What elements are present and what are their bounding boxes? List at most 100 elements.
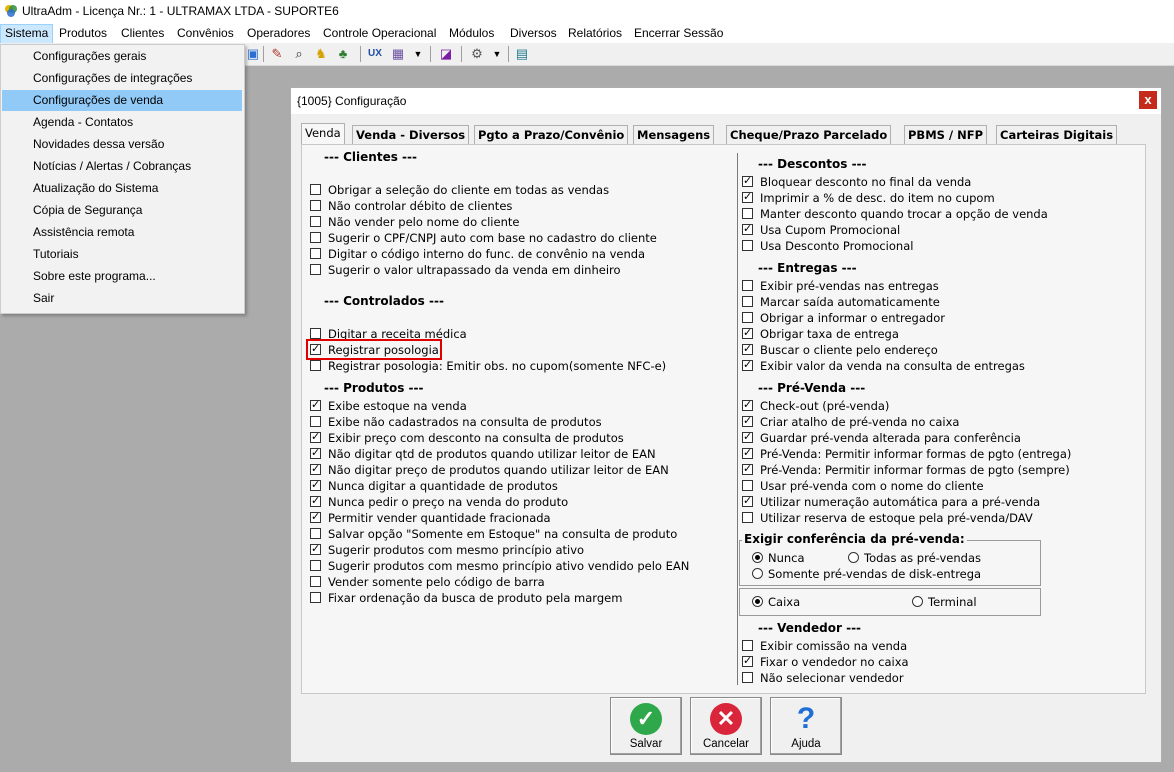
checkbox[interactable]: [310, 360, 321, 371]
menu-noticias[interactable]: Notícias / Alertas / Cobranças: [2, 156, 242, 177]
close-icon[interactable]: x: [1139, 91, 1157, 109]
menu-agenda-contatos[interactable]: Agenda - Contatos: [2, 112, 242, 133]
checkbox[interactable]: [310, 264, 321, 275]
chevron-down-icon[interactable]: ▼: [488, 45, 506, 63]
menu-configuracoes-venda[interactable]: Configurações de venda: [2, 90, 242, 111]
help-button[interactable]: ? Ajuda: [770, 697, 842, 755]
checkbox[interactable]: [742, 430, 753, 443]
menu-modulos[interactable]: Módulos: [445, 24, 498, 42]
checkbox[interactable]: [310, 528, 321, 539]
menu-operadores[interactable]: Operadores: [243, 24, 314, 42]
people-icon[interactable]: ♣: [334, 45, 352, 63]
radio-button[interactable]: [848, 552, 859, 563]
checkbox-label: Imprimir a % de desc. do item no cupom: [760, 191, 995, 205]
checkbox[interactable]: [310, 416, 321, 427]
tab-venda[interactable]: Venda: [301, 123, 345, 144]
radio-button[interactable]: [912, 596, 923, 607]
checkbox[interactable]: [742, 174, 753, 187]
menu-configuracoes-gerais[interactable]: Configurações gerais: [2, 46, 242, 67]
checkbox[interactable]: [742, 414, 753, 427]
checkbox[interactable]: [310, 592, 321, 603]
checkbox[interactable]: [742, 358, 753, 371]
tab-pgto-prazo[interactable]: Pgto a Prazo/Convênio: [474, 125, 629, 144]
checkbox[interactable]: [742, 494, 753, 507]
checkbox[interactable]: [310, 184, 321, 195]
menu-produtos[interactable]: Produtos: [55, 24, 111, 42]
checkbox[interactable]: [310, 232, 321, 243]
checkbox[interactable]: [742, 296, 753, 307]
menu-sair[interactable]: Sair: [2, 288, 242, 309]
menu-atualizacao[interactable]: Atualização do Sistema: [2, 178, 242, 199]
checkbox[interactable]: [742, 312, 753, 323]
menu-diversos[interactable]: Diversos: [506, 24, 561, 42]
tab-cheque-prazo[interactable]: Cheque/Prazo Parcelado: [726, 125, 892, 144]
ux-icon[interactable]: UX: [366, 45, 384, 63]
checkbox[interactable]: [310, 200, 321, 211]
tools-icon[interactable]: ⚙: [468, 45, 486, 63]
checkbox[interactable]: [310, 328, 321, 339]
exit-icon[interactable]: ▤: [513, 45, 531, 63]
radio-button[interactable]: [752, 596, 763, 607]
checkbox[interactable]: [310, 430, 321, 443]
checkbox[interactable]: [310, 510, 321, 523]
tab-venda-diversos[interactable]: Venda - Diversos: [352, 125, 470, 144]
checkbox[interactable]: [310, 216, 321, 227]
chart-icon[interactable]: ◪: [437, 45, 455, 63]
checkbox[interactable]: [742, 342, 753, 355]
section-clientes: --- Clientes ---: [324, 150, 417, 164]
checkbox[interactable]: [310, 248, 321, 259]
tab-pbms-nfp[interactable]: PBMS / NFP: [904, 125, 988, 144]
checkbox[interactable]: [742, 398, 753, 411]
app-title: UltraAdm - Licença Nr.: 1 - ULTRAMAX LTD…: [22, 4, 339, 18]
menu-clientes[interactable]: Clientes: [117, 24, 168, 42]
menu-relatorios[interactable]: Relatórios: [564, 24, 626, 42]
menu-tutoriais[interactable]: Tutoriais: [2, 244, 242, 265]
section-entregas: --- Entregas ---: [758, 261, 857, 275]
menu-encerrar-sessao[interactable]: Encerrar Sessão: [630, 24, 727, 42]
checkbox[interactable]: [742, 480, 753, 491]
boxes-icon[interactable]: ▦: [389, 45, 407, 63]
radio-label: Nunca: [768, 551, 805, 565]
chevron-down-icon[interactable]: ▼: [409, 45, 427, 63]
checkbox[interactable]: [310, 576, 321, 587]
bag-icon[interactable]: ♞: [312, 45, 330, 63]
checkbox[interactable]: [310, 462, 321, 475]
tab-carteiras-digitais[interactable]: Carteiras Digitais: [996, 125, 1118, 144]
magnifier-icon[interactable]: ⌕: [290, 45, 308, 63]
checkbox-label: Obrigar a informar o entregador: [760, 311, 945, 325]
checkbox[interactable]: [310, 542, 321, 555]
checkbox[interactable]: [742, 672, 753, 683]
eraser-icon[interactable]: ✎: [268, 45, 286, 63]
checkbox[interactable]: [310, 446, 321, 459]
menu-sistema[interactable]: Sistema: [0, 24, 54, 44]
checkbox[interactable]: [742, 462, 753, 475]
menu-novidades[interactable]: Novidades dessa versão: [2, 134, 242, 155]
toolbar-app-icon[interactable]: ▣: [244, 45, 262, 63]
menu-assistencia-remota[interactable]: Assistência remota: [2, 222, 242, 243]
section-produtos: --- Produtos ---: [324, 381, 424, 395]
checkbox[interactable]: [310, 560, 321, 571]
menu-copia-seguranca[interactable]: Cópia de Segurança: [2, 200, 242, 221]
checkbox[interactable]: [310, 494, 321, 507]
checkbox[interactable]: [742, 512, 753, 523]
tab-mensagens[interactable]: Mensagens: [633, 125, 715, 144]
checkbox[interactable]: [742, 222, 753, 235]
checkbox[interactable]: [742, 446, 753, 459]
cancel-button[interactable]: ✕ Cancelar: [690, 697, 762, 755]
menu-convenios[interactable]: Convênios: [173, 24, 238, 42]
checkbox[interactable]: [310, 478, 321, 491]
checkbox[interactable]: [742, 208, 753, 219]
radio-button[interactable]: [752, 552, 763, 563]
checkbox[interactable]: [742, 280, 753, 291]
checkbox[interactable]: [742, 654, 753, 667]
checkbox[interactable]: [310, 398, 321, 411]
checkbox[interactable]: [742, 640, 753, 651]
checkbox[interactable]: [742, 240, 753, 251]
checkbox[interactable]: [742, 326, 753, 339]
menu-controle-operacional[interactable]: Controle Operacional: [319, 24, 440, 42]
menu-sobre[interactable]: Sobre este programa...: [2, 266, 242, 287]
save-button[interactable]: ✓ Salvar: [610, 697, 682, 755]
checkbox[interactable]: [742, 190, 753, 203]
menu-configuracoes-integracoes[interactable]: Configurações de integrações: [2, 68, 242, 89]
radio-button[interactable]: [752, 568, 763, 579]
